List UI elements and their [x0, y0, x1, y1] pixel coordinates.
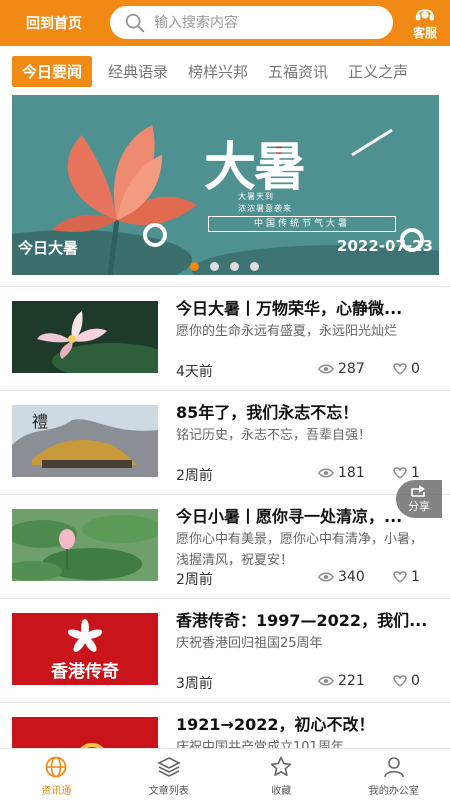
article-thumbnail — [12, 301, 158, 373]
banner-carousel[interactable]: 大暑 大暑天到 浓浓暑意袭来 中国传统节气大暑 今日大暑 2022-07-23 — [12, 95, 439, 275]
service-label: 客服 — [412, 26, 437, 40]
article-title: 今日大暑丨万物荣华，心静微... — [176, 299, 403, 318]
nav-item-news[interactable]: 资讯通 — [0, 749, 113, 800]
tab-role-models[interactable]: 榜样兴邦 — [188, 61, 248, 82]
view-count: 181 — [338, 465, 365, 481]
category-tabs: 今日要闻 经典语录 榜样兴邦 五福资讯 正义之声 — [0, 52, 450, 90]
article-item[interactable]: 禮 85年了，我们永志不忘！ 铭记历史，永志不忘，吾辈自强！ 2周前 181 1 — [0, 391, 450, 495]
eye-icon — [318, 364, 334, 374]
eye-icon — [318, 572, 334, 582]
share-label: 分享 — [408, 500, 430, 513]
article-thumbnail: 禮 — [12, 405, 158, 477]
heart-icon — [393, 363, 407, 375]
heart-icon — [393, 467, 407, 479]
tab-today-news[interactable]: 今日要闻 — [12, 55, 93, 87]
top-header: 回到首页 客服 — [0, 0, 450, 46]
search-input[interactable] — [154, 14, 374, 31]
customer-service-button[interactable]: 客服 — [408, 4, 442, 41]
article-title: 85年了，我们永志不忘！ — [176, 403, 359, 422]
nav-item-my-office[interactable]: 我的办公室 — [338, 749, 450, 800]
article-likes[interactable]: 1 — [393, 465, 420, 481]
article-likes[interactable]: 0 — [393, 361, 420, 377]
tab-classic-quotes[interactable]: 经典语录 — [108, 61, 168, 82]
nav-item-article-list[interactable]: 文章列表 — [113, 749, 226, 800]
article-likes[interactable]: 1 — [393, 569, 420, 585]
article-views: 340 — [318, 569, 365, 585]
like-count: 0 — [411, 361, 420, 377]
globe-icon — [45, 756, 67, 778]
like-count: 0 — [411, 673, 420, 689]
view-count: 287 — [338, 361, 365, 377]
article-title: 1921→2022，初心不改！ — [176, 715, 375, 734]
banner-date: 2022-07-23 — [337, 237, 433, 255]
nav-label: 收藏 — [271, 786, 292, 797]
svg-text:禮: 禮 — [32, 412, 48, 431]
star-icon — [271, 756, 292, 776]
eye-icon — [318, 676, 334, 686]
nav-label: 我的办公室 — [368, 786, 419, 797]
article-desc: 愿你的生命永远有盛夏，永远阳光灿烂 — [176, 324, 398, 339]
article-time: 4天前 — [176, 364, 213, 380]
banner-caption: 今日大暑 — [18, 239, 79, 257]
article-thumbnail — [12, 509, 158, 581]
search-icon — [125, 13, 145, 32]
tab-justice-voice[interactable]: 正义之声 — [348, 61, 408, 82]
bottom-nav: 资讯通 文章列表 收藏 我的办公室 — [0, 748, 450, 800]
article-likes[interactable]: 0 — [393, 673, 420, 689]
carousel-dot[interactable] — [250, 262, 259, 271]
heart-icon — [393, 571, 407, 583]
banner-art-subtitle-1: 大暑天到 — [238, 192, 274, 201]
article-time: 2周前 — [176, 468, 213, 484]
layers-icon — [156, 757, 181, 777]
article-desc: 铭记历史，永志不忘，吾辈自强！ — [176, 428, 372, 443]
search-bar[interactable] — [110, 6, 393, 39]
article-desc: 庆祝香港回归祖国25周年 — [176, 636, 323, 651]
headset-icon — [415, 9, 435, 21]
heart-icon — [393, 675, 407, 687]
nav-label: 资讯通 — [41, 786, 72, 797]
thumbnail-caption: 香港传奇 — [51, 662, 119, 682]
like-count: 1 — [411, 465, 420, 481]
banner-art-subtitle-2: 浓浓暑意袭来 — [238, 204, 292, 213]
app-page: 回到首页 客服 今日要闻 经典语录 榜样兴邦 五福资讯 正义之声 — [0, 0, 450, 800]
article-time: 3周前 — [176, 676, 213, 692]
nav-label: 文章列表 — [148, 786, 189, 797]
article-time: 2周前 — [176, 572, 213, 588]
article-item[interactable]: 今日大暑丨万物荣华，心静微... 愿你的生命永远有盛夏，永远阳光灿烂 4天前 2… — [0, 287, 450, 391]
article-views: 287 — [318, 361, 365, 377]
view-count: 340 — [338, 569, 365, 585]
nav-item-favorites[interactable]: 收藏 — [225, 749, 338, 800]
view-count: 221 — [338, 673, 365, 689]
carousel-dot[interactable] — [210, 262, 219, 271]
article-item[interactable]: 今日小暑丨愿你寻一处清凉，... 愿你心中有美景，愿你心中有清净，小暑，浅握清风… — [0, 495, 450, 599]
home-link[interactable]: 回到首页 — [0, 13, 108, 33]
article-views: 221 — [318, 673, 365, 689]
banner-art-title: 大暑 — [204, 137, 306, 198]
like-count: 1 — [411, 569, 420, 585]
user-icon — [383, 757, 404, 778]
article-title: 香港传奇：1997—2022，我们... — [176, 611, 428, 630]
article-desc: 愿你心中有美景，愿你心中有清净，小暑，浅握清风，祝夏安！ — [176, 532, 424, 568]
eye-icon — [318, 468, 334, 478]
banner-art-strip: 中国传统节气大暑 — [208, 216, 396, 232]
carousel-dot[interactable] — [230, 262, 239, 271]
tab-wufu-news[interactable]: 五福资讯 — [268, 61, 328, 82]
article-item[interactable]: 香港传奇 香港传奇：1997—2022，我们... 庆祝香港回归祖国25周年 3… — [0, 599, 450, 703]
share-button[interactable]: 分享 — [396, 480, 442, 518]
article-views: 181 — [318, 465, 365, 481]
carousel-indicator — [190, 262, 270, 271]
article-thumbnail: 香港传奇 — [12, 613, 158, 685]
share-icon — [411, 485, 425, 497]
carousel-dot[interactable] — [190, 262, 199, 271]
